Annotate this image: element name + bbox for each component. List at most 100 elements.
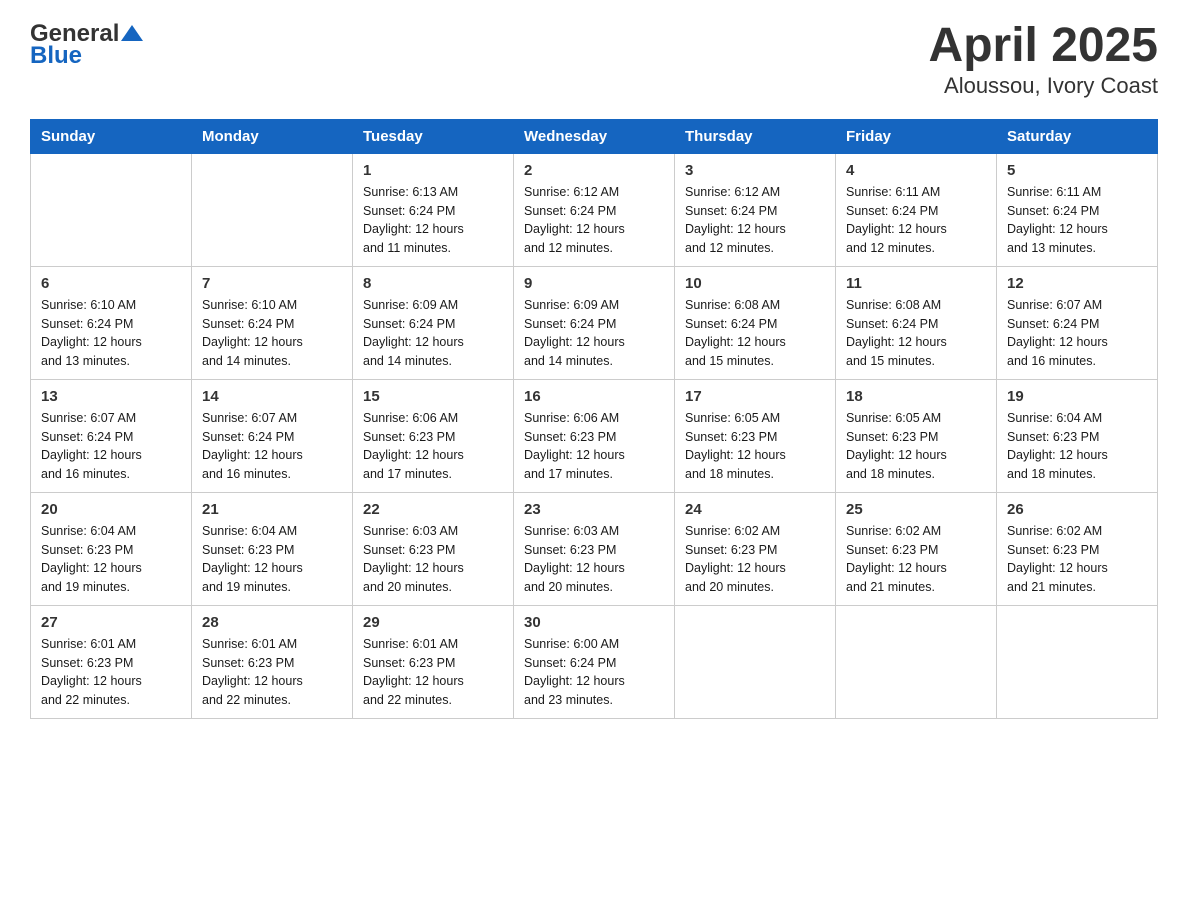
day-info: Sunrise: 6:09 AMSunset: 6:24 PMDaylight:… [363,296,503,371]
header-day-monday: Monday [192,119,353,153]
day-number: 4 [846,162,986,179]
calendar-cell: 21 Sunrise: 6:04 AMSunset: 6:23 PMDayligh… [192,492,353,605]
day-number: 18 [846,388,986,405]
calendar-cell [675,605,836,718]
calendar-cell [192,153,353,266]
calendar-cell: 2 Sunrise: 6:12 AMSunset: 6:24 PMDaylight… [514,153,675,266]
day-info: Sunrise: 6:10 AMSunset: 6:24 PMDaylight:… [41,296,181,371]
day-info: Sunrise: 6:01 AMSunset: 6:23 PMDaylight:… [202,635,342,710]
calendar-cell: 14 Sunrise: 6:07 AMSunset: 6:24 PMDayligh… [192,379,353,492]
day-number: 14 [202,388,342,405]
day-info: Sunrise: 6:06 AMSunset: 6:23 PMDaylight:… [524,409,664,484]
day-info: Sunrise: 6:08 AMSunset: 6:24 PMDaylight:… [846,296,986,371]
calendar-cell: 12 Sunrise: 6:07 AMSunset: 6:24 PMDayligh… [997,266,1158,379]
calendar-cell: 16 Sunrise: 6:06 AMSunset: 6:23 PMDayligh… [514,379,675,492]
day-number: 2 [524,162,664,179]
calendar-title: April 2025 [929,20,1158,73]
day-info: Sunrise: 6:04 AMSunset: 6:23 PMDaylight:… [202,522,342,597]
day-number: 12 [1007,275,1147,292]
calendar-subtitle: Aloussou, Ivory Coast [929,73,1158,99]
day-number: 8 [363,275,503,292]
day-number: 1 [363,162,503,179]
day-info: Sunrise: 6:11 AMSunset: 6:24 PMDaylight:… [846,183,986,258]
day-info: Sunrise: 6:01 AMSunset: 6:23 PMDaylight:… [41,635,181,710]
logo: General Blue [30,20,143,70]
calendar-cell: 11 Sunrise: 6:08 AMSunset: 6:24 PMDayligh… [836,266,997,379]
calendar-cell: 25Sunrise: 6:02 AMSunset: 6:23 PMDayligh… [836,492,997,605]
calendar-cell: 27 Sunrise: 6:01 AMSunset: 6:23 PMDayligh… [31,605,192,718]
header-day-friday: Friday [836,119,997,153]
header-day-sunday: Sunday [31,119,192,153]
day-info: Sunrise: 6:07 AMSunset: 6:24 PMDaylight:… [1007,296,1147,371]
day-number: 24 [685,501,825,518]
calendar-cell: 5Sunrise: 6:11 AMSunset: 6:24 PMDaylight… [997,153,1158,266]
calendar-cell: 24 Sunrise: 6:02 AMSunset: 6:23 PMDayligh… [675,492,836,605]
calendar-cell: 23 Sunrise: 6:03 AMSunset: 6:23 PMDayligh… [514,492,675,605]
day-info: Sunrise: 6:09 AMSunset: 6:24 PMDaylight:… [524,296,664,371]
day-info: Sunrise: 6:00 AMSunset: 6:24 PMDaylight:… [524,635,664,710]
day-number: 22 [363,501,503,518]
calendar-cell: 28 Sunrise: 6:01 AMSunset: 6:23 PMDayligh… [192,605,353,718]
calendar-cell: 18 Sunrise: 6:05 AMSunset: 6:23 PMDayligh… [836,379,997,492]
day-number: 29 [363,614,503,631]
day-number: 16 [524,388,664,405]
calendar-cell: 4 Sunrise: 6:11 AMSunset: 6:24 PMDaylight… [836,153,997,266]
header-day-thursday: Thursday [675,119,836,153]
day-number: 11 [846,275,986,292]
calendar-table: SundayMondayTuesdayWednesdayThursdayFrid… [30,119,1158,719]
calendar-cell: 22 Sunrise: 6:03 AMSunset: 6:23 PMDayligh… [353,492,514,605]
day-number: 6 [41,275,181,292]
day-number: 23 [524,501,664,518]
day-number: 10 [685,275,825,292]
day-number: 17 [685,388,825,405]
calendar-cell: 26 Sunrise: 6:02 AMSunset: 6:23 PMDayligh… [997,492,1158,605]
day-number: 13 [41,388,181,405]
day-info: Sunrise: 6:07 AMSunset: 6:24 PMDaylight:… [202,409,342,484]
day-number: 27 [41,614,181,631]
day-info: Sunrise: 6:07 AMSunset: 6:24 PMDaylight:… [41,409,181,484]
day-info: Sunrise: 6:02 AMSunset: 6:23 PMDaylight:… [1007,522,1147,597]
day-number: 28 [202,614,342,631]
day-number: 21 [202,501,342,518]
day-info: Sunrise: 6:13 AMSunset: 6:24 PMDaylight:… [363,183,503,258]
calendar-cell: 30 Sunrise: 6:00 AMSunset: 6:24 PMDayligh… [514,605,675,718]
day-info: Sunrise: 6:06 AMSunset: 6:23 PMDaylight:… [363,409,503,484]
day-number: 19 [1007,388,1147,405]
day-info: Sunrise: 6:05 AMSunset: 6:23 PMDaylight:… [846,409,986,484]
day-number: 30 [524,614,664,631]
calendar-cell: 20 Sunrise: 6:04 AMSunset: 6:23 PMDayligh… [31,492,192,605]
day-number: 20 [41,501,181,518]
day-info: Sunrise: 6:03 AMSunset: 6:23 PMDaylight:… [363,522,503,597]
calendar-cell [836,605,997,718]
calendar-cell: 3Sunrise: 6:12 AMSunset: 6:24 PMDaylight… [675,153,836,266]
page-header: General Blue April 2025 Aloussou, Ivory … [30,20,1158,99]
day-number: 15 [363,388,503,405]
day-number: 26 [1007,501,1147,518]
day-info: Sunrise: 6:11 AMSunset: 6:24 PMDaylight:… [1007,183,1147,258]
day-info: Sunrise: 6:03 AMSunset: 6:23 PMDaylight:… [524,522,664,597]
day-number: 3 [685,162,825,179]
header-day-saturday: Saturday [997,119,1158,153]
calendar-header-row: SundayMondayTuesdayWednesdayThursdayFrid… [31,119,1158,153]
day-info: Sunrise: 6:02 AMSunset: 6:23 PMDaylight:… [685,522,825,597]
calendar-cell: 29 Sunrise: 6:01 AMSunset: 6:23 PMDayligh… [353,605,514,718]
calendar-cell: 8 Sunrise: 6:09 AMSunset: 6:24 PMDaylight… [353,266,514,379]
calendar-cell [31,153,192,266]
day-info: Sunrise: 6:01 AMSunset: 6:23 PMDaylight:… [363,635,503,710]
calendar-week-1: 1 Sunrise: 6:13 AMSunset: 6:24 PMDaylight… [31,153,1158,266]
day-info: Sunrise: 6:05 AMSunset: 6:23 PMDaylight:… [685,409,825,484]
calendar-cell: 10 Sunrise: 6:08 AMSunset: 6:24 PMDayligh… [675,266,836,379]
day-info: Sunrise: 6:04 AMSunset: 6:23 PMDaylight:… [1007,409,1147,484]
calendar-week-3: 13 Sunrise: 6:07 AMSunset: 6:24 PMDayligh… [31,379,1158,492]
calendar-cell: 17 Sunrise: 6:05 AMSunset: 6:23 PMDayligh… [675,379,836,492]
calendar-cell: 9 Sunrise: 6:09 AMSunset: 6:24 PMDaylight… [514,266,675,379]
calendar-cell: 6 Sunrise: 6:10 AMSunset: 6:24 PMDaylight… [31,266,192,379]
calendar-cell: 1 Sunrise: 6:13 AMSunset: 6:24 PMDaylight… [353,153,514,266]
day-info: Sunrise: 6:02 AMSunset: 6:23 PMDaylight:… [846,522,986,597]
day-info: Sunrise: 6:12 AMSunset: 6:24 PMDaylight:… [524,183,664,258]
day-info: Sunrise: 6:04 AMSunset: 6:23 PMDaylight:… [41,522,181,597]
day-number: 9 [524,275,664,292]
calendar-week-4: 20 Sunrise: 6:04 AMSunset: 6:23 PMDayligh… [31,492,1158,605]
day-info: Sunrise: 6:08 AMSunset: 6:24 PMDaylight:… [685,296,825,371]
calendar-week-2: 6 Sunrise: 6:10 AMSunset: 6:24 PMDaylight… [31,266,1158,379]
